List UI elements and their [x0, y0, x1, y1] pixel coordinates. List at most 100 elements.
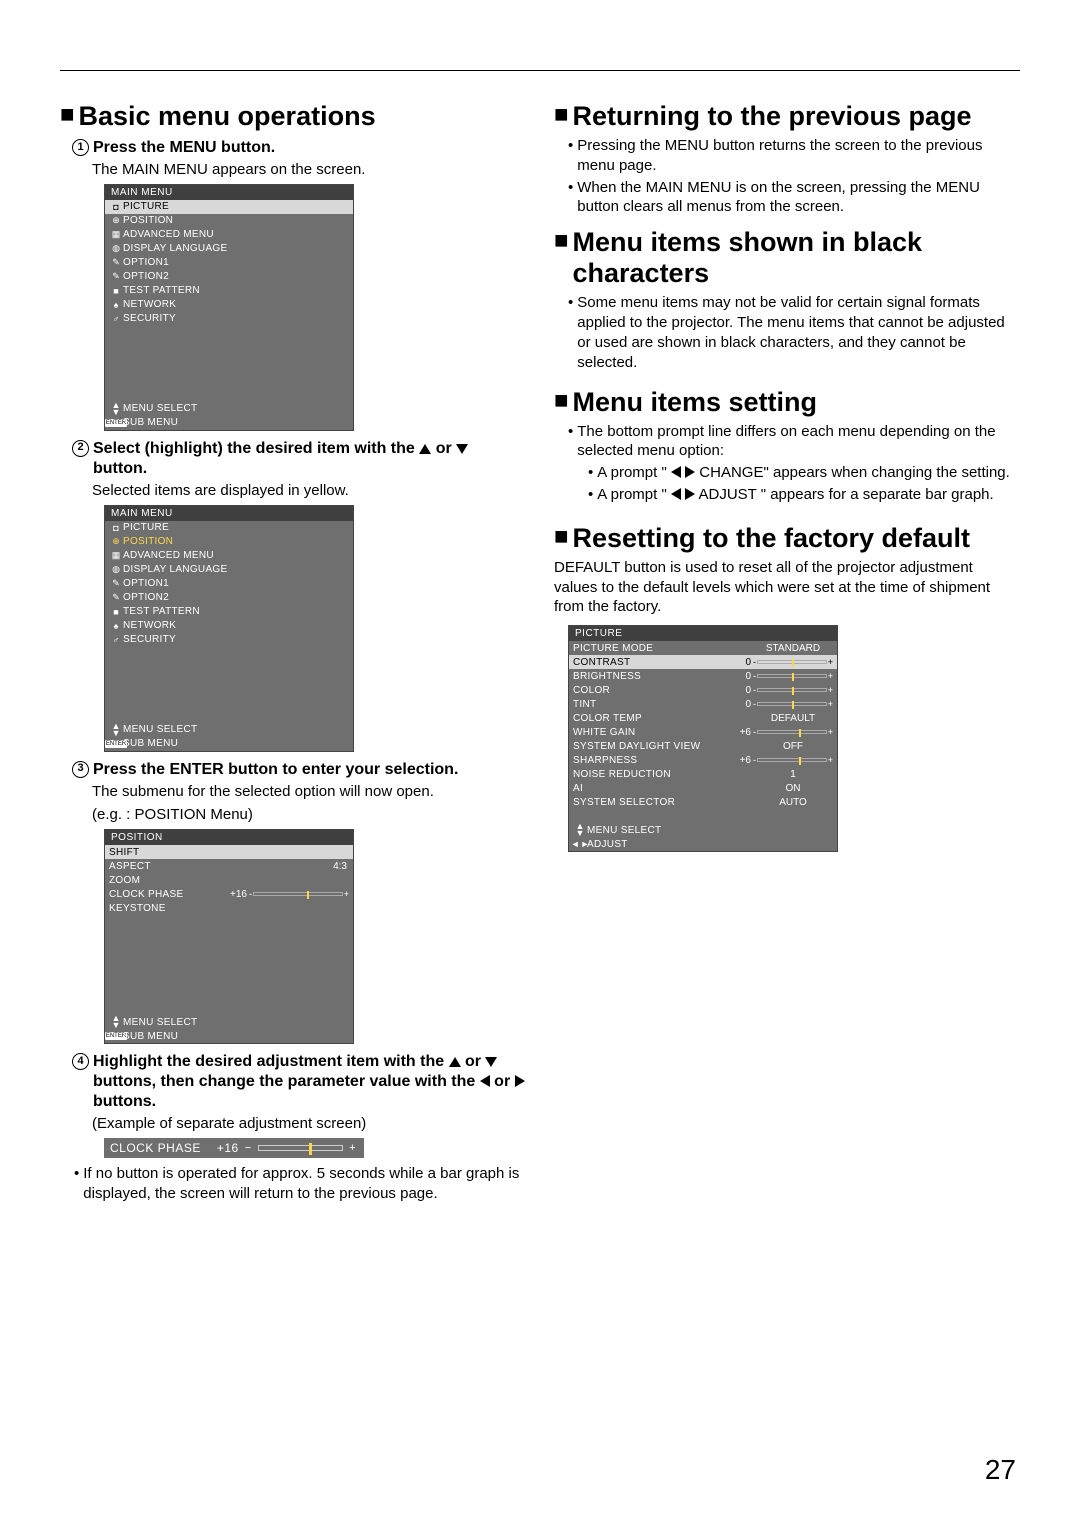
enter-icon: ENTER — [109, 419, 123, 427]
reset-body: DEFAULT button is used to reset all of t… — [554, 558, 1020, 617]
step1-heading: 1 Press the MENU button. — [60, 138, 526, 158]
bullet-icon: • — [588, 463, 593, 483]
osd-row: ♂SECURITY — [105, 312, 353, 326]
menu-item-label: OPTION2 — [123, 592, 349, 603]
menu-item-label: ASPECT — [109, 861, 331, 872]
returning-list: •Pressing the MENU button returns the sc… — [554, 136, 1020, 217]
menu-item-label: POSITION — [123, 215, 349, 226]
osd-row: ◍DISPLAY LANGUAGE — [105, 563, 353, 577]
menu-item-label: CONTRAST — [573, 657, 743, 668]
enter-icon: ENTER — [109, 1032, 123, 1040]
menu-item-label: NETWORK — [123, 620, 349, 631]
value-bar: -+ — [249, 889, 349, 899]
osd-position-menu: POSITION SHIFTASPECT4:3ZOOMCLOCK PHASE+1… — [104, 829, 354, 1044]
bullet-icon: • — [568, 178, 573, 218]
menu-item-value: 0 — [743, 685, 753, 696]
square-bullet-icon: ■ — [554, 101, 569, 130]
heading-basic-menu: ■ Basic menu operations — [60, 101, 526, 132]
osd-title: POSITION — [105, 830, 353, 845]
osd-row: ▦ADVANCED MENU — [105, 549, 353, 563]
menu-item-label: NETWORK — [123, 299, 349, 310]
step4-note-list: •If no button is operated for approx. 5 … — [60, 1164, 526, 1204]
bullet-icon: • — [568, 136, 573, 176]
menu-item-label: WHITE GAIN — [573, 727, 738, 738]
menu-item-label: KEYSTONE — [109, 903, 349, 914]
step2-heading: 2 Select (highlight) the desired item wi… — [60, 439, 526, 479]
osd-footer: ▲▼MENU SELECT ENTERSUB MENU — [105, 723, 353, 751]
step1-title: Press the MENU button. — [93, 138, 275, 158]
osd-title: MAIN MENU — [105, 185, 353, 200]
leftright-icon: ◄► — [573, 839, 587, 849]
adj-value: +16 — [213, 1141, 243, 1155]
osd-row: ✎OPTION1 — [105, 256, 353, 270]
updown-icon: ▲▼ — [109, 1015, 123, 1029]
menu-item-label: SHARPNESS — [573, 755, 738, 766]
enter-icon: ENTER — [109, 740, 123, 748]
menu-item-label: SYSTEM SELECTOR — [573, 797, 753, 808]
step4-body: (Example of separate adjustment screen) — [60, 1114, 526, 1134]
osd-row: ♠NETWORK — [105, 619, 353, 633]
value-bar: -+ — [753, 671, 833, 681]
menu-item-icon: ✎ — [109, 271, 123, 282]
step2-body: Selected items are displayed in yellow. — [60, 481, 526, 501]
osd-row: SHIFT — [105, 845, 353, 859]
osd-row: ▦ADVANCED MENU — [105, 228, 353, 242]
left-column: ■ Basic menu operations 1 Press the MENU… — [60, 101, 526, 1206]
menu-item-label: COLOR TEMP — [573, 713, 753, 724]
osd-row: KEYSTONE — [105, 901, 353, 915]
osd-row: TINT0-+ — [569, 697, 837, 711]
menu-item-icon: ⊕ — [109, 536, 123, 547]
menu-item-label: OPTION1 — [123, 257, 349, 268]
step-number-icon: 3 — [72, 761, 89, 778]
value-bar: -+ — [753, 727, 833, 737]
osd-row: ASPECT4:3 — [105, 859, 353, 873]
bullet-icon: • — [74, 1164, 79, 1204]
step3-heading: 3 Press the ENTER button to enter your s… — [60, 760, 526, 780]
down-arrow-icon — [485, 1057, 497, 1067]
osd-row: ✎OPTION2 — [105, 591, 353, 605]
osd-row: BRIGHTNESS0-+ — [569, 669, 837, 683]
osd-footer: ▲▼MENU SELECT ENTERSUB MENU — [105, 1015, 353, 1043]
adjustment-bar-example: CLOCK PHASE +16 − + — [104, 1138, 364, 1158]
bullet-icon: • — [568, 422, 573, 462]
square-bullet-icon: ■ — [554, 523, 569, 552]
value-bar: -+ — [753, 685, 833, 695]
right-arrow-icon — [685, 466, 695, 478]
page-number: 27 — [985, 1454, 1016, 1486]
menu-item-label: OPTION2 — [123, 271, 349, 282]
square-bullet-icon: ■ — [554, 227, 569, 256]
menu-item-label: TEST PATTERN — [123, 606, 349, 617]
value-bar: -+ — [753, 657, 833, 667]
menu-item-value: 1 — [753, 769, 833, 780]
menu-item-label: PICTURE — [123, 522, 349, 533]
menu-item-icon: ✎ — [109, 578, 123, 589]
osd-row: ◘PICTURE — [105, 521, 353, 535]
heading-setting: ■Menu items setting — [554, 387, 1020, 418]
osd-row: CLOCK PHASE+16-+ — [105, 887, 353, 901]
step1-body: The MAIN MENU appears on the screen. — [60, 160, 526, 180]
left-arrow-icon — [671, 466, 681, 478]
osd-row: COLOR TEMPDEFAULT — [569, 711, 837, 725]
menu-item-icon: ♠ — [109, 621, 123, 631]
setting-list: •The bottom prompt line differs on each … — [554, 422, 1020, 505]
osd-main-menu-2: MAIN MENU ◘PICTURE⊕POSITION▦ADVANCED MEN… — [104, 505, 354, 752]
right-arrow-icon — [685, 488, 695, 500]
menu-item-label: SECURITY — [123, 634, 349, 645]
value-bar: -+ — [753, 699, 833, 709]
osd-row: ⊕POSITION — [105, 535, 353, 549]
step-number-icon: 2 — [72, 440, 89, 457]
osd-row: SYSTEM SELECTORAUTO — [569, 795, 837, 809]
up-arrow-icon — [419, 444, 431, 454]
menu-item-label: DISPLAY LANGUAGE — [123, 243, 349, 254]
osd-row: ✎OPTION2 — [105, 270, 353, 284]
osd-row: NOISE REDUCTION1 — [569, 767, 837, 781]
osd-row: ZOOM — [105, 873, 353, 887]
menu-item-value: OFF — [753, 741, 833, 752]
heading-text: Basic menu operations — [79, 101, 376, 132]
menu-item-label: ADVANCED MENU — [123, 550, 349, 561]
menu-item-icon: ■ — [109, 607, 123, 617]
menu-item-label: SECURITY — [123, 313, 349, 324]
menu-item-value: 0 — [743, 699, 753, 710]
menu-item-value: ON — [753, 783, 833, 794]
osd-row: ♂SECURITY — [105, 633, 353, 647]
